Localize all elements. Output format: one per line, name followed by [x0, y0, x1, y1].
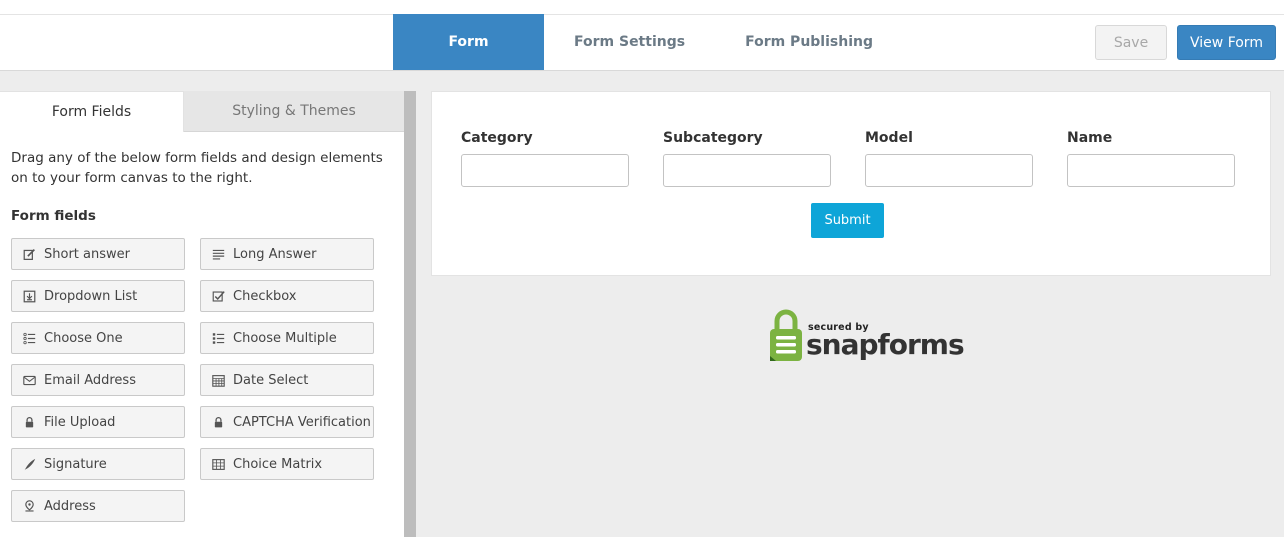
field-label: Short answer — [44, 246, 130, 262]
field-label-model: Model — [865, 130, 913, 146]
field-label: Choose Multiple — [233, 330, 337, 346]
paragraph-lines-icon — [211, 247, 225, 261]
builder-tabs: Form Builder Form Settings Form Publishi… — [393, 14, 903, 106]
field-dropdown-list[interactable]: Dropdown List — [11, 280, 185, 312]
lock-icon — [211, 415, 225, 429]
field-date-select[interactable]: Date Select — [200, 364, 374, 396]
field-label: Long Answer — [233, 246, 317, 262]
field-long-answer[interactable]: Long Answer — [200, 238, 374, 270]
edit-icon — [22, 247, 36, 261]
submit-button[interactable]: Submit — [811, 203, 884, 238]
panel-instructions: Drag any of the below form fields and de… — [11, 150, 383, 186]
field-label: Address — [44, 498, 96, 514]
form-fields-panel: Form Fields Styling & Themes Drag any of… — [0, 91, 404, 537]
field-label: Date Select — [233, 372, 309, 388]
field-label: Choose One — [44, 330, 123, 346]
dropdown-box-icon — [22, 289, 36, 303]
field-label-subcategory: Subcategory — [663, 130, 763, 146]
lock-icon — [22, 415, 36, 429]
tab-styling-themes[interactable]: Styling & Themes — [184, 91, 404, 132]
field-choice-matrix[interactable]: Choice Matrix — [200, 448, 374, 480]
subcategory-input[interactable] — [663, 154, 831, 187]
brand-name: snapforms — [806, 328, 965, 361]
map-pin-icon — [22, 499, 36, 513]
field-label: Choice Matrix — [233, 456, 323, 472]
field-label: Email Address — [44, 372, 136, 388]
field-address[interactable]: Address — [11, 490, 185, 522]
field-checkbox[interactable]: Checkbox — [200, 280, 374, 312]
grid-table-icon — [211, 457, 225, 471]
category-input[interactable] — [461, 154, 629, 187]
padlock-icon — [770, 309, 802, 361]
radio-list-icon — [22, 331, 36, 345]
panel-resize-handle[interactable] — [404, 91, 416, 537]
field-label-category: Category — [461, 130, 533, 146]
field-label: Dropdown List — [44, 288, 138, 304]
field-file-upload[interactable]: File Upload — [11, 406, 185, 438]
checkbox-icon — [211, 289, 225, 303]
tab-form-fields[interactable]: Form Fields — [0, 91, 184, 132]
field-choose-one[interactable]: Choose One — [11, 322, 185, 354]
tab-form-builder[interactable]: Form Builder — [393, 14, 544, 106]
field-label: Signature — [44, 456, 107, 472]
form-fields-heading: Form fields — [11, 208, 96, 224]
calendar-icon — [211, 373, 225, 387]
field-email-address[interactable]: Email Address — [11, 364, 185, 396]
model-input[interactable] — [865, 154, 1033, 187]
field-label: File Upload — [44, 414, 116, 430]
tab-form-publishing[interactable]: Form Publishing — [715, 14, 903, 70]
field-label-name: Name — [1067, 130, 1113, 146]
top-bar: Form Builder Form Settings Form Publishi… — [0, 0, 1284, 106]
secured-by-snapforms-logo: secured by snapforms — [768, 308, 965, 364]
view-form-button[interactable]: View Form — [1177, 25, 1276, 60]
field-choose-multiple[interactable]: Choose Multiple — [200, 322, 374, 354]
checklist-icon — [211, 331, 225, 345]
tab-form-settings[interactable]: Form Settings — [544, 14, 715, 70]
field-short-answer[interactable]: Short answer — [11, 238, 185, 270]
envelope-icon — [22, 373, 36, 387]
field-signature[interactable]: Signature — [11, 448, 185, 480]
field-label: CAPTCHA Verification — [233, 414, 371, 430]
field-label: Checkbox — [233, 288, 297, 304]
field-captcha-verification[interactable]: CAPTCHA Verification — [200, 406, 374, 438]
name-input[interactable] — [1067, 154, 1235, 187]
save-button[interactable]: Save — [1095, 25, 1167, 60]
form-canvas: Category Subcategory Model Name Submit — [431, 91, 1271, 276]
quill-icon — [22, 457, 36, 471]
